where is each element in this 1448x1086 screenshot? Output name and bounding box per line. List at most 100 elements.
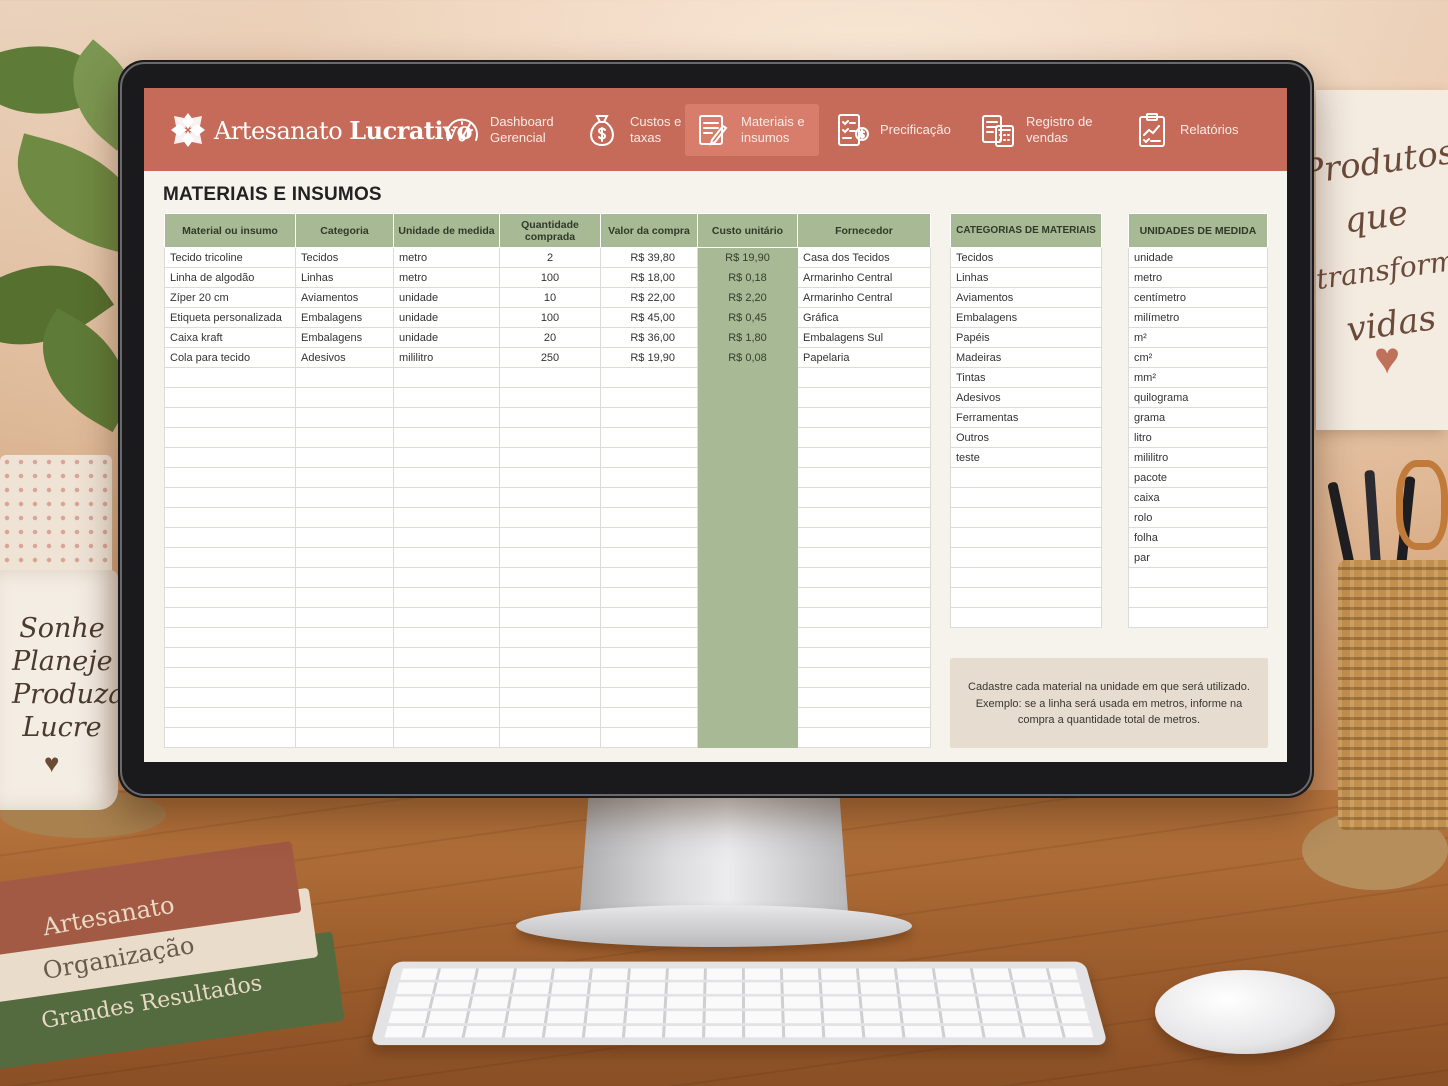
table-cell[interactable] (797, 707, 931, 728)
table-cell[interactable]: Armarinho Central (797, 287, 931, 308)
table-cell[interactable] (600, 547, 698, 568)
table-cell[interactable] (697, 407, 798, 428)
table-cell[interactable]: Armarinho Central (797, 267, 931, 288)
table-cell[interactable] (295, 367, 394, 388)
table-cell[interactable] (164, 687, 296, 708)
table-cell[interactable]: metro (393, 267, 500, 288)
table-cell[interactable] (600, 727, 698, 748)
column-header[interactable]: Valor da compra (600, 213, 698, 248)
table-cell[interactable] (295, 627, 394, 648)
table-cell[interactable] (393, 367, 500, 388)
table-cell[interactable] (499, 367, 601, 388)
table-cell[interactable] (697, 567, 798, 588)
table-cell[interactable] (393, 627, 500, 648)
table-cell[interactable] (164, 527, 296, 548)
list-item[interactable]: Outros (950, 427, 1102, 448)
list-item[interactable] (950, 567, 1102, 588)
nav-relatorios[interactable]: Relatórios (1124, 104, 1268, 156)
table-cell[interactable] (295, 647, 394, 668)
nav-registro[interactable]: Registro de vendas (970, 104, 1114, 156)
table-cell[interactable] (164, 547, 296, 568)
table-cell[interactable] (600, 607, 698, 628)
list-item[interactable]: metro (1128, 267, 1268, 288)
list-item[interactable] (950, 547, 1102, 568)
table-cell[interactable] (295, 407, 394, 428)
table-cell[interactable]: Linhas (295, 267, 394, 288)
table-cell[interactable] (393, 427, 500, 448)
table-cell[interactable]: R$ 36,00 (600, 327, 698, 348)
table-cell[interactable]: Adesivos (295, 347, 394, 368)
table-cell[interactable]: unidade (393, 307, 500, 328)
table-cell[interactable] (499, 667, 601, 688)
table-cell[interactable] (164, 587, 296, 608)
column-header[interactable]: Unidade de medida (393, 213, 500, 248)
table-cell[interactable] (600, 587, 698, 608)
table-cell[interactable] (600, 667, 698, 688)
column-header[interactable]: CATEGORIAS DE MATERIAIS (950, 213, 1102, 248)
table-cell[interactable] (295, 387, 394, 408)
list-item[interactable]: centímetro (1128, 287, 1268, 308)
table-cell[interactable] (697, 587, 798, 608)
table-cell[interactable] (797, 647, 931, 668)
table-cell[interactable] (393, 447, 500, 468)
table-cell[interactable]: R$ 22,00 (600, 287, 698, 308)
table-cell[interactable]: Tecido tricoline (164, 247, 296, 268)
table-cell[interactable] (393, 467, 500, 488)
table-cell[interactable] (499, 447, 601, 468)
table-cell[interactable] (393, 707, 500, 728)
table-cell[interactable]: R$ 39,80 (600, 247, 698, 268)
list-item[interactable]: Adesivos (950, 387, 1102, 408)
table-cell[interactable]: Gráfica (797, 307, 931, 328)
table-cell[interactable]: mililitro (393, 347, 500, 368)
table-cell[interactable] (697, 387, 798, 408)
table-cell[interactable]: Aviamentos (295, 287, 394, 308)
nav-precificacao[interactable]: Precificação (824, 104, 954, 156)
table-cell[interactable] (393, 507, 500, 528)
table-cell[interactable] (797, 487, 931, 508)
table-cell[interactable]: R$ 0,08 (697, 347, 798, 368)
table-cell[interactable] (499, 547, 601, 568)
table-cell[interactable]: R$ 19,90 (697, 247, 798, 268)
table-cell[interactable] (600, 407, 698, 428)
column-header[interactable]: Quantidade comprada (499, 213, 601, 248)
table-cell[interactable] (697, 467, 798, 488)
table-cell[interactable] (164, 567, 296, 588)
list-item[interactable]: Papéis (950, 327, 1102, 348)
table-cell[interactable] (600, 707, 698, 728)
table-cell[interactable] (797, 727, 931, 748)
table-cell[interactable] (697, 507, 798, 528)
table-cell[interactable] (600, 387, 698, 408)
list-item[interactable]: mililitro (1128, 447, 1268, 468)
table-cell[interactable]: R$ 0,45 (697, 307, 798, 328)
table-cell[interactable] (393, 527, 500, 548)
list-item[interactable]: unidade (1128, 247, 1268, 268)
table-cell[interactable] (164, 487, 296, 508)
table-cell[interactable] (499, 567, 601, 588)
table-cell[interactable] (499, 707, 601, 728)
list-item[interactable] (950, 507, 1102, 528)
table-cell[interactable] (393, 687, 500, 708)
table-cell[interactable] (499, 407, 601, 428)
table-cell[interactable]: Papelaria (797, 347, 931, 368)
table-cell[interactable]: R$ 19,90 (600, 347, 698, 368)
table-cell[interactable] (697, 367, 798, 388)
table-cell[interactable] (295, 687, 394, 708)
table-cell[interactable] (499, 527, 601, 548)
table-cell[interactable]: R$ 1,80 (697, 327, 798, 348)
table-cell[interactable] (499, 727, 601, 748)
table-cell[interactable] (164, 467, 296, 488)
table-cell[interactable] (697, 527, 798, 548)
list-item[interactable] (950, 587, 1102, 608)
table-cell[interactable]: R$ 2,20 (697, 287, 798, 308)
table-cell[interactable] (164, 427, 296, 448)
table-cell[interactable] (697, 667, 798, 688)
list-item[interactable]: caixa (1128, 487, 1268, 508)
table-cell[interactable] (499, 387, 601, 408)
table-cell[interactable] (164, 607, 296, 628)
table-cell[interactable]: 20 (499, 327, 601, 348)
table-cell[interactable] (164, 727, 296, 748)
table-cell[interactable]: Zíper 20 cm (164, 287, 296, 308)
table-cell[interactable] (499, 427, 601, 448)
table-cell[interactable] (797, 627, 931, 648)
table-cell[interactable] (797, 427, 931, 448)
